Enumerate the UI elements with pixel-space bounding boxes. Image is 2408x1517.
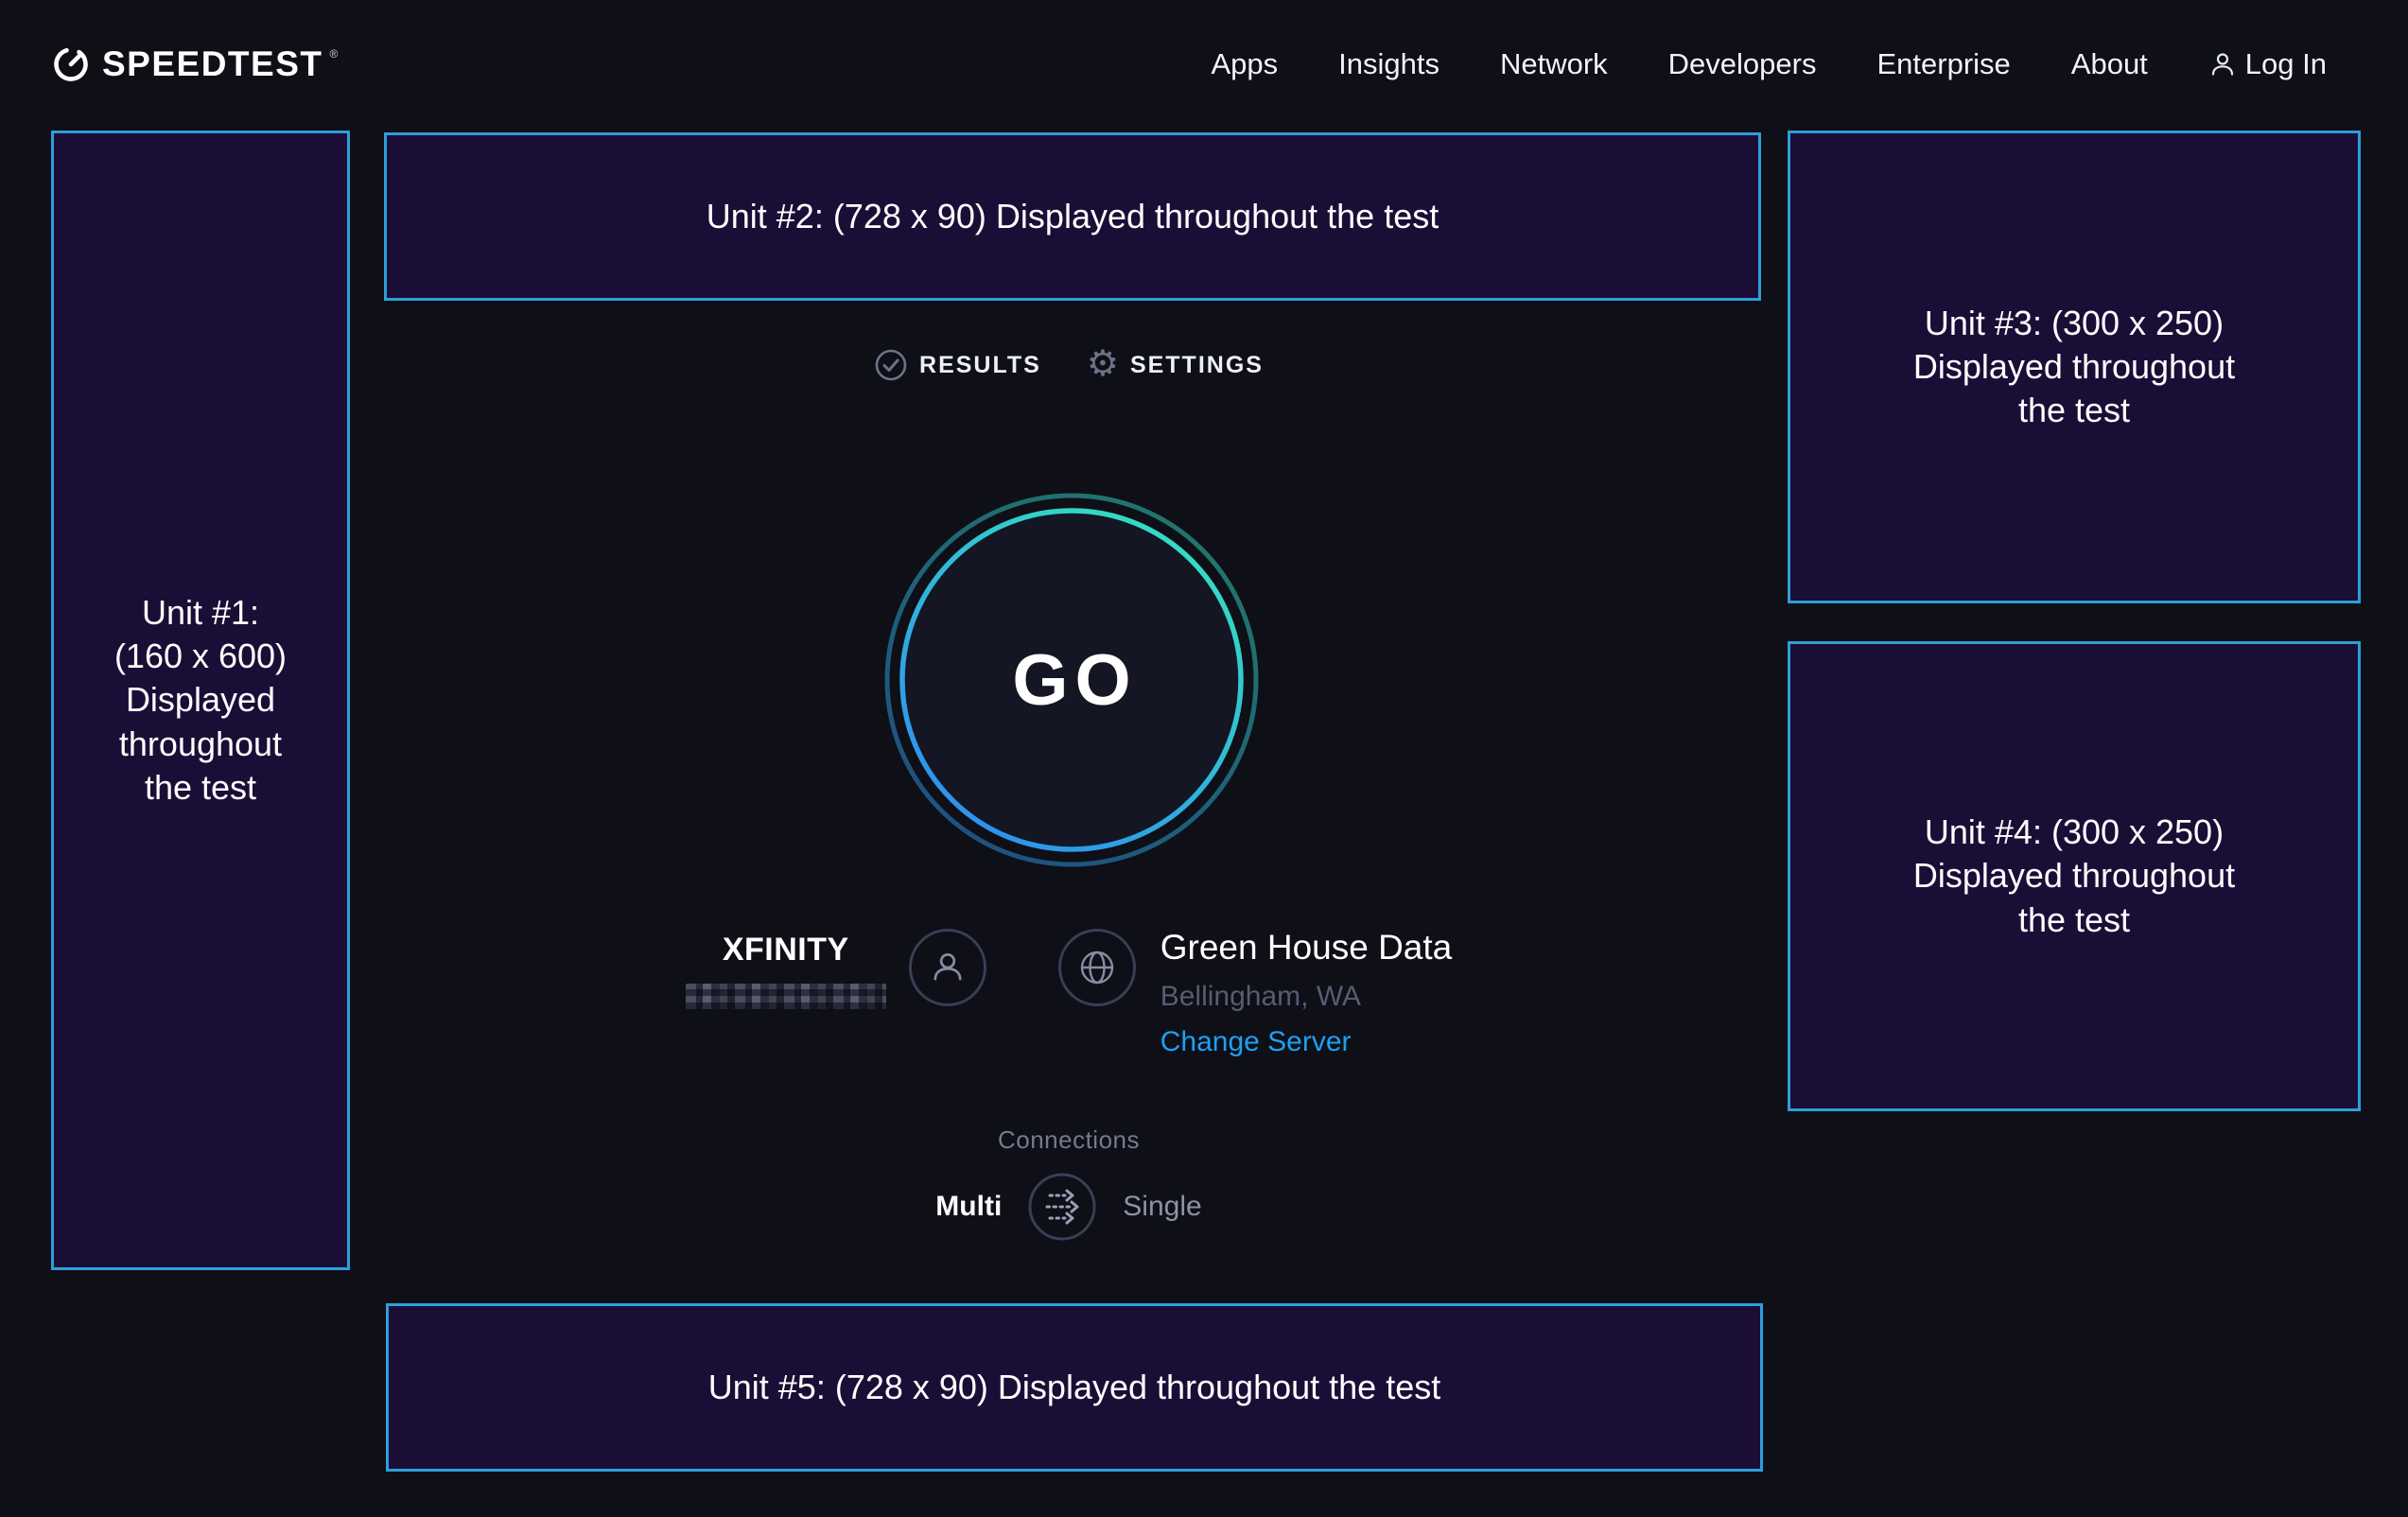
ad-unit-1[interactable]: Unit #1: (160 x 600) Displayed throughou… (51, 131, 350, 1270)
login-button[interactable]: Log In (2208, 47, 2327, 81)
connections-toggle: Multi Single (935, 1172, 1201, 1242)
check-circle-icon (874, 348, 908, 382)
tab-settings-label: SETTINGS (1130, 352, 1264, 379)
main-nav: Apps Insights Network Developers Enterpr… (1211, 47, 2327, 81)
server-avatar (1058, 929, 1136, 1006)
trademark-symbol: ® (330, 47, 339, 61)
nav-item-developers[interactable]: Developers (1668, 47, 1817, 81)
connections-section: Connections Multi Single (350, 1125, 1788, 1242)
isp-name: XFINITY (723, 932, 849, 968)
connections-label: Connections (998, 1125, 1140, 1155)
connections-toggle-button[interactable] (1027, 1172, 1097, 1242)
server-location: Bellingham, WA (1160, 981, 1361, 1013)
nav-item-insights[interactable]: Insights (1338, 47, 1440, 81)
isp-texts: XFINITY (686, 922, 886, 1009)
user-icon (2208, 50, 2237, 78)
gear-icon: ⚙ (1087, 346, 1119, 382)
redacted-ip (686, 984, 886, 1009)
nav-item-apps[interactable]: Apps (1211, 47, 1278, 81)
server-texts: Green House Data Bellingham, WA Change S… (1160, 922, 1453, 1058)
toggle-single-label[interactable]: Single (1123, 1191, 1201, 1223)
nav-item-network[interactable]: Network (1500, 47, 1608, 81)
speedtest-logo[interactable]: SPEEDTEST ® (52, 45, 338, 83)
host-row: XFINITY Green House Data Bellin (350, 922, 1788, 1058)
ad-unit-5[interactable]: Unit #5: (728 x 90) Displayed throughout… (386, 1303, 1763, 1472)
ad-unit-2[interactable]: Unit #2: (728 x 90) Displayed throughout… (384, 132, 1761, 301)
tabs-row: RESULTS ⚙ SETTINGS (350, 337, 1788, 393)
go-button[interactable]: GO (882, 491, 1261, 869)
change-server-link[interactable]: Change Server (1160, 1026, 1352, 1058)
globe-icon (1076, 947, 1118, 988)
nav-item-enterprise[interactable]: Enterprise (1876, 47, 2010, 81)
ad-unit-4[interactable]: Unit #4: (300 x 250) Displayed throughou… (1788, 641, 2361, 1111)
isp-block: XFINITY (686, 922, 986, 1009)
server-name: Green House Data (1160, 928, 1453, 968)
person-icon (928, 948, 968, 987)
ad-unit-3[interactable]: Unit #3: (300 x 250) Displayed throughou… (1788, 131, 2361, 603)
header: SPEEDTEST ® Apps Insights Network Develo… (0, 0, 2408, 129)
toggle-multi-label[interactable]: Multi (935, 1191, 1002, 1223)
nav-item-about[interactable]: About (2071, 47, 2148, 81)
speedtest-page: SPEEDTEST ® Apps Insights Network Develo… (0, 0, 2408, 1517)
tab-results-label: RESULTS (919, 352, 1041, 379)
tab-results[interactable]: RESULTS (874, 348, 1041, 382)
go-label: GO (882, 491, 1261, 869)
brand-name: SPEEDTEST (102, 45, 323, 83)
isp-avatar (909, 929, 986, 1006)
speedtest-gauge-icon (52, 45, 90, 83)
login-label: Log In (2245, 47, 2327, 81)
tab-settings[interactable]: ⚙ SETTINGS (1087, 349, 1264, 382)
server-block: Green House Data Bellingham, WA Change S… (1058, 922, 1453, 1058)
multi-connections-icon (1027, 1172, 1097, 1242)
